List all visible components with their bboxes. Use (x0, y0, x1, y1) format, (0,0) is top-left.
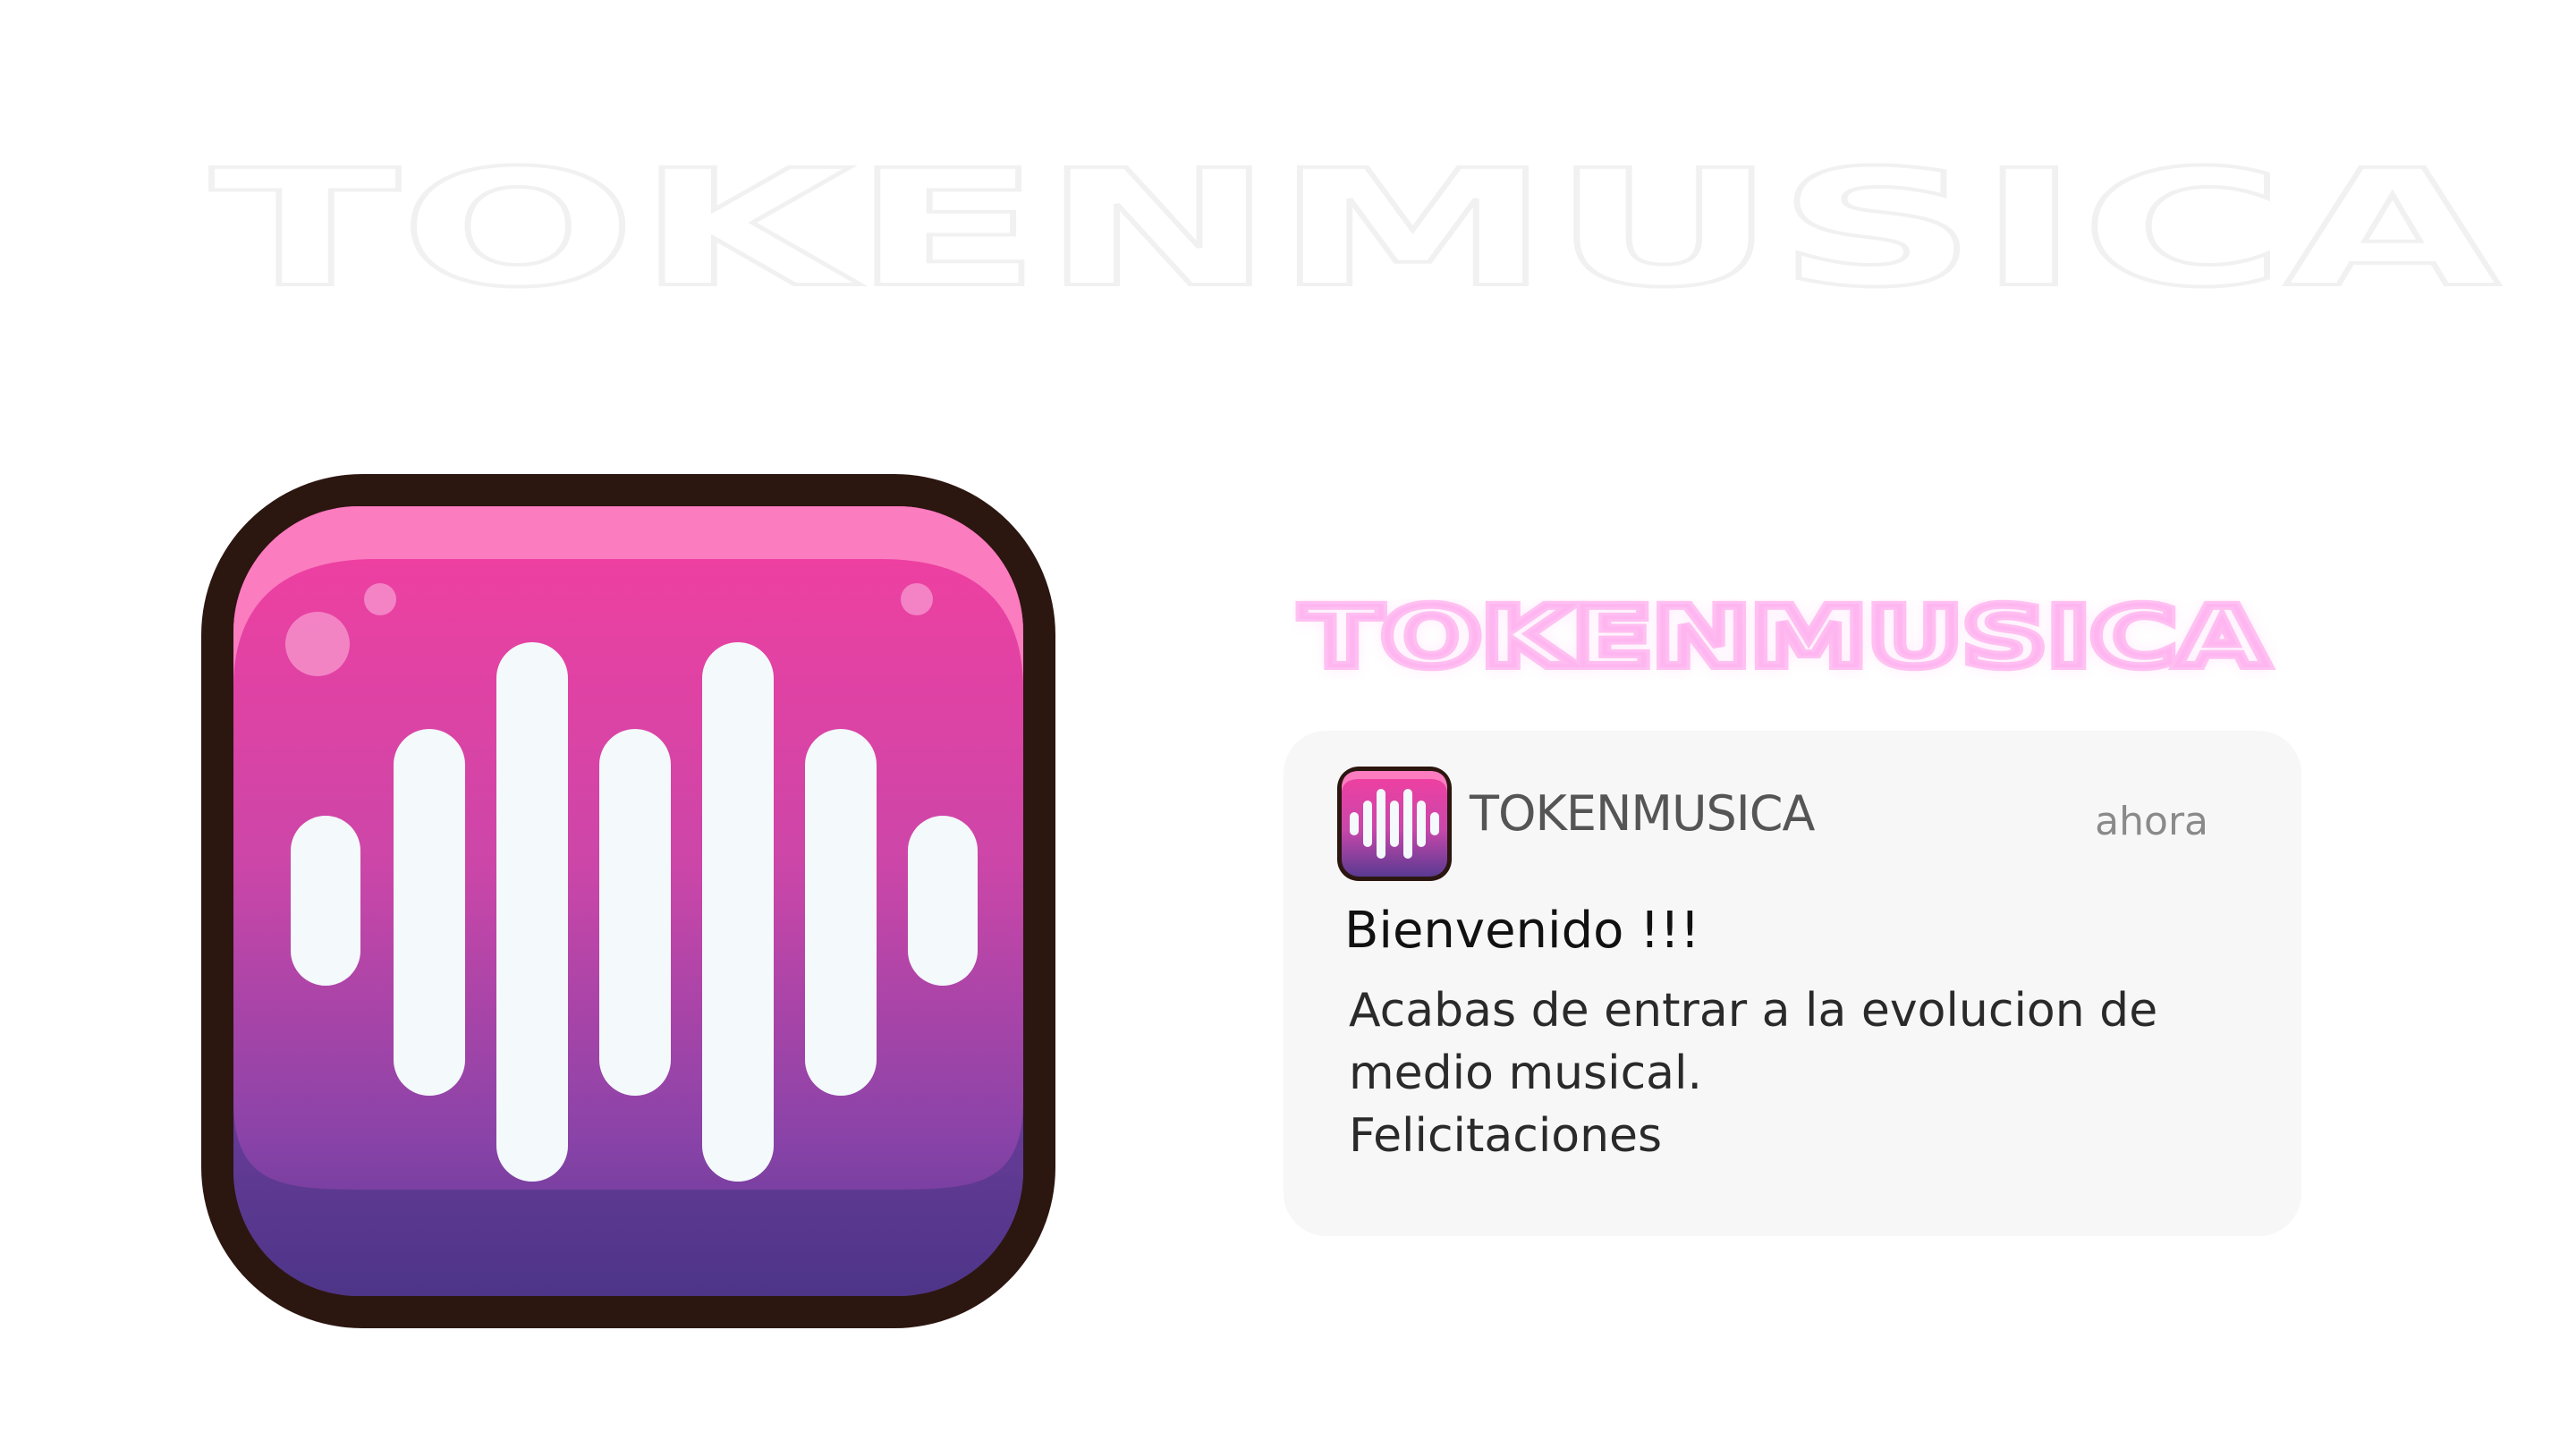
app-small-icon (1337, 767, 1452, 881)
watermark-title: TOKENMUSICA (208, 159, 2502, 302)
notification-title: Bienvenido !!! (1344, 902, 1700, 960)
app-logo-icon (201, 474, 1055, 1328)
notification-timestamp: ahora (2095, 799, 2208, 844)
notification-body-line: Acabas de entrar a la evolucion de (1349, 984, 2158, 1038)
notification-body-line: Felicitaciones (1349, 1109, 1663, 1163)
notification-body: Acabas de entrar a la evolucion de medio… (1349, 979, 2243, 1167)
notification-body-line: medio musical. (1349, 1046, 1703, 1100)
brand-title: TOKENMUSICA TOKENMUSICA (1297, 599, 2272, 680)
canvas: TOKENMUSICA TOKENMUSICA TOKENMUSICA TOKE… (0, 0, 2576, 1449)
watermark-text: TOKENMUSICA (210, 159, 2500, 302)
notification-card[interactable]: TOKENMUSICA ahora Bienvenido !!! Acabas … (1284, 731, 2301, 1236)
notification-app-name: TOKENMUSICA (1470, 785, 1815, 842)
brand-title-glow: TOKENMUSICA (1301, 599, 2267, 680)
